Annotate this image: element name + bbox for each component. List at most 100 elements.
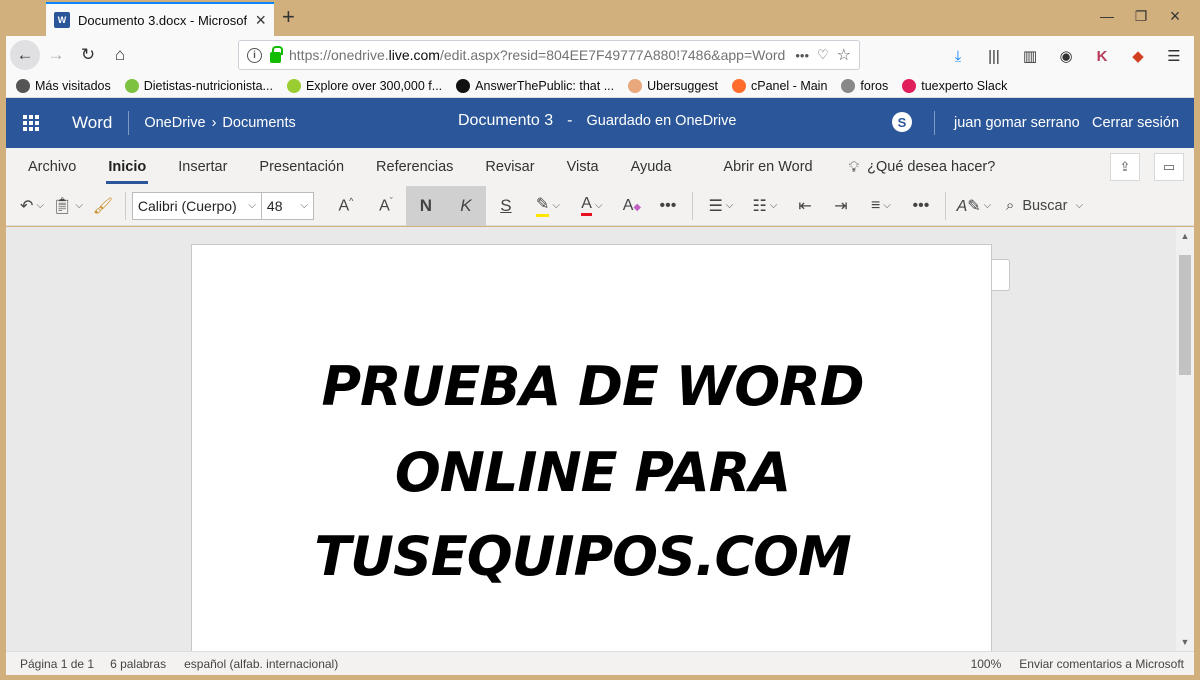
bookmark-item[interactable]: Ubersuggest bbox=[628, 78, 718, 93]
paste-button[interactable]: 📋︎ ⌵ bbox=[48, 186, 87, 226]
page-count: Página 1 de 1 bbox=[20, 656, 95, 671]
clear-formatting-button[interactable]: A◆ bbox=[614, 186, 650, 226]
format-painter-button[interactable]: 🖌︎ bbox=[87, 186, 119, 226]
scrollbar-thumb[interactable] bbox=[1179, 255, 1191, 375]
shrink-font-button[interactable]: Aˇ bbox=[366, 186, 406, 226]
align-button[interactable]: ≡ ⌵ bbox=[859, 186, 903, 226]
scroll-down-icon[interactable]: ▼ bbox=[1176, 633, 1194, 651]
more-paragraph-options-icon[interactable]: ••• bbox=[903, 186, 939, 226]
info-icon[interactable]: i bbox=[247, 47, 262, 63]
account-icon[interactable]: ◉ bbox=[1050, 40, 1082, 72]
tab-inicio[interactable]: Inicio bbox=[92, 148, 162, 186]
tab-insertar[interactable]: Insertar bbox=[162, 148, 243, 186]
bookmark-item[interactable]: Explore over 300,000 f... bbox=[286, 78, 442, 93]
search-button[interactable]: ⌕ Buscar ⌵ bbox=[996, 186, 1087, 226]
document-text-line-2[interactable]: ONLINE PARA bbox=[192, 441, 993, 504]
close-tab-icon[interactable]: × bbox=[255, 11, 266, 29]
scroll-up-icon[interactable]: ▲ bbox=[1176, 227, 1194, 245]
browser-tab[interactable]: W Documento 3.docx - Microsoft Word Onli… bbox=[46, 2, 274, 36]
bookmark-star-icon[interactable]: ☆ bbox=[837, 45, 851, 65]
open-in-word-button[interactable]: Abrir en Word bbox=[687, 148, 828, 186]
comments-icon[interactable]: ▭ bbox=[1154, 153, 1184, 181]
tab-vista[interactable]: Vista bbox=[551, 148, 615, 186]
document-title-area[interactable]: Documento 3 - Guardado en OneDrive bbox=[458, 112, 736, 130]
close-window-icon[interactable]: × bbox=[1158, 4, 1192, 28]
styles-button[interactable]: A✎ ⌵ bbox=[952, 186, 996, 226]
url-text[interactable]: https://onedrive.live.com/edit.aspx?resi… bbox=[289, 47, 787, 63]
bookmark-item[interactable]: Más visitados bbox=[16, 78, 111, 93]
bookmark-item[interactable]: Dietistas-nutricionista... bbox=[124, 78, 273, 93]
app-name[interactable]: Word bbox=[56, 111, 130, 135]
word-count[interactable]: 6 palabras bbox=[102, 657, 174, 671]
grow-font-button[interactable]: A^ bbox=[326, 186, 366, 226]
bookmark-item[interactable]: cPanel - Main bbox=[731, 78, 827, 93]
tab-revisar[interactable]: Revisar bbox=[469, 148, 550, 186]
undo-button[interactable]: ↶ ⌵ bbox=[16, 186, 48, 226]
highlight-button[interactable]: ✎ ⌵ bbox=[526, 186, 570, 226]
breadcrumb-documents[interactable]: Documents bbox=[222, 115, 295, 131]
app-launcher-icon[interactable] bbox=[6, 98, 56, 148]
bookmark-item[interactable]: tuexperto Slack bbox=[902, 78, 1008, 93]
bullets-button[interactable]: ☰ ⌵ bbox=[699, 186, 743, 226]
font-size-select[interactable]: 48 ⌵ bbox=[261, 191, 314, 220]
skype-icon[interactable]: S bbox=[892, 112, 912, 132]
bookmark-item[interactable]: foros bbox=[841, 78, 888, 93]
bookmark-favicon-icon bbox=[731, 78, 746, 93]
tab-archivo[interactable]: Archivo bbox=[6, 148, 92, 186]
back-icon[interactable]: ← bbox=[10, 40, 40, 70]
tab-ayuda[interactable]: Ayuda bbox=[615, 148, 688, 186]
decrease-indent-button[interactable]: ⇤ bbox=[787, 186, 823, 226]
comment-margin-tab[interactable] bbox=[992, 259, 1010, 291]
more-font-options-icon[interactable]: ••• bbox=[650, 186, 686, 226]
bookmark-label: tuexperto Slack bbox=[921, 78, 1008, 93]
ribbon-tabs: Archivo Inicio Insertar Presentación Ref… bbox=[6, 148, 1194, 186]
maximize-icon[interactable]: ❐ bbox=[1124, 4, 1158, 28]
tell-me-box[interactable]: 💡︎ ¿Qué desea hacer? bbox=[829, 159, 996, 176]
numbering-button[interactable]: ☷ ⌵ bbox=[743, 186, 787, 226]
document-text-line-1[interactable]: PRUEBA DE WORD bbox=[192, 355, 993, 418]
header-divider bbox=[934, 111, 935, 135]
font-name-select[interactable]: Calibri (Cuerpo) ⌵ bbox=[131, 191, 262, 220]
document-canvas[interactable]: PRUEBA DE WORD ONLINE PARA TUSEQUIPOS.CO… bbox=[6, 227, 1176, 651]
folder-icon bbox=[841, 78, 856, 93]
bookmark-item[interactable]: AnswerThePublic: that ... bbox=[456, 78, 614, 93]
toolbar-separator bbox=[944, 191, 946, 220]
document-title[interactable]: Documento 3 bbox=[458, 112, 553, 130]
sign-out-link[interactable]: Cerrar sesión bbox=[1092, 115, 1179, 131]
download-icon[interactable]: ⤓ bbox=[942, 40, 974, 72]
document-page[interactable]: PRUEBA DE WORD ONLINE PARA TUSEQUIPOS.CO… bbox=[191, 244, 992, 651]
status-bar: Página 1 de 1 6 palabras español (alfab.… bbox=[6, 651, 1194, 675]
increase-indent-button[interactable]: ⇥ bbox=[823, 186, 859, 226]
tab-title: Documento 3.docx - Microsoft Word Online bbox=[78, 12, 248, 28]
bold-button[interactable]: N bbox=[405, 185, 446, 226]
font-color-button[interactable]: A ⌵ bbox=[570, 186, 614, 226]
minimize-icon[interactable]: — bbox=[1090, 4, 1124, 28]
vertical-scrollbar[interactable]: ▲ ▼ bbox=[1176, 227, 1194, 651]
extension-icon[interactable]: ◆ bbox=[1122, 40, 1154, 72]
home-icon[interactable]: ⌂ bbox=[104, 39, 136, 71]
share-icon[interactable]: ⇪ bbox=[1110, 153, 1140, 181]
reload-icon[interactable]: ↻ bbox=[72, 39, 104, 71]
underline-button[interactable]: S bbox=[486, 186, 526, 226]
sidebar-icon[interactable]: ▥ bbox=[1014, 40, 1046, 72]
feedback-link[interactable]: Enviar comentarios a Microsoft bbox=[1019, 657, 1184, 671]
toolbar-separator bbox=[691, 191, 693, 220]
tab-presentacion[interactable]: Presentación bbox=[243, 148, 360, 186]
library-icon[interactable]: ||| bbox=[978, 40, 1010, 72]
zoom-level[interactable]: 100% bbox=[971, 657, 1002, 671]
language-indicator[interactable]: español (alfab. internacional) bbox=[174, 657, 346, 671]
extension-k-icon[interactable]: K bbox=[1086, 40, 1118, 72]
pocket-icon[interactable]: ♡ bbox=[817, 47, 829, 63]
breadcrumb-onedrive[interactable]: OneDrive bbox=[144, 115, 205, 131]
tell-me-text: ¿Qué desea hacer? bbox=[867, 159, 996, 175]
forward-icon[interactable]: → bbox=[40, 39, 72, 71]
user-name[interactable]: juan gomar serrano bbox=[954, 115, 1080, 131]
url-bar[interactable]: i https://onedrive.live.com/edit.aspx?re… bbox=[238, 40, 860, 70]
menu-icon[interactable]: ☰ bbox=[1158, 40, 1190, 72]
new-tab-icon[interactable]: + bbox=[282, 6, 295, 28]
italic-button[interactable]: K bbox=[445, 185, 486, 226]
tab-referencias[interactable]: Referencias bbox=[360, 148, 469, 186]
bookmark-label: Más visitados bbox=[35, 78, 111, 93]
document-text-line-3[interactable]: TUSEQUIPOS.COM bbox=[192, 525, 993, 588]
page-actions-icon[interactable]: ••• bbox=[795, 48, 809, 63]
